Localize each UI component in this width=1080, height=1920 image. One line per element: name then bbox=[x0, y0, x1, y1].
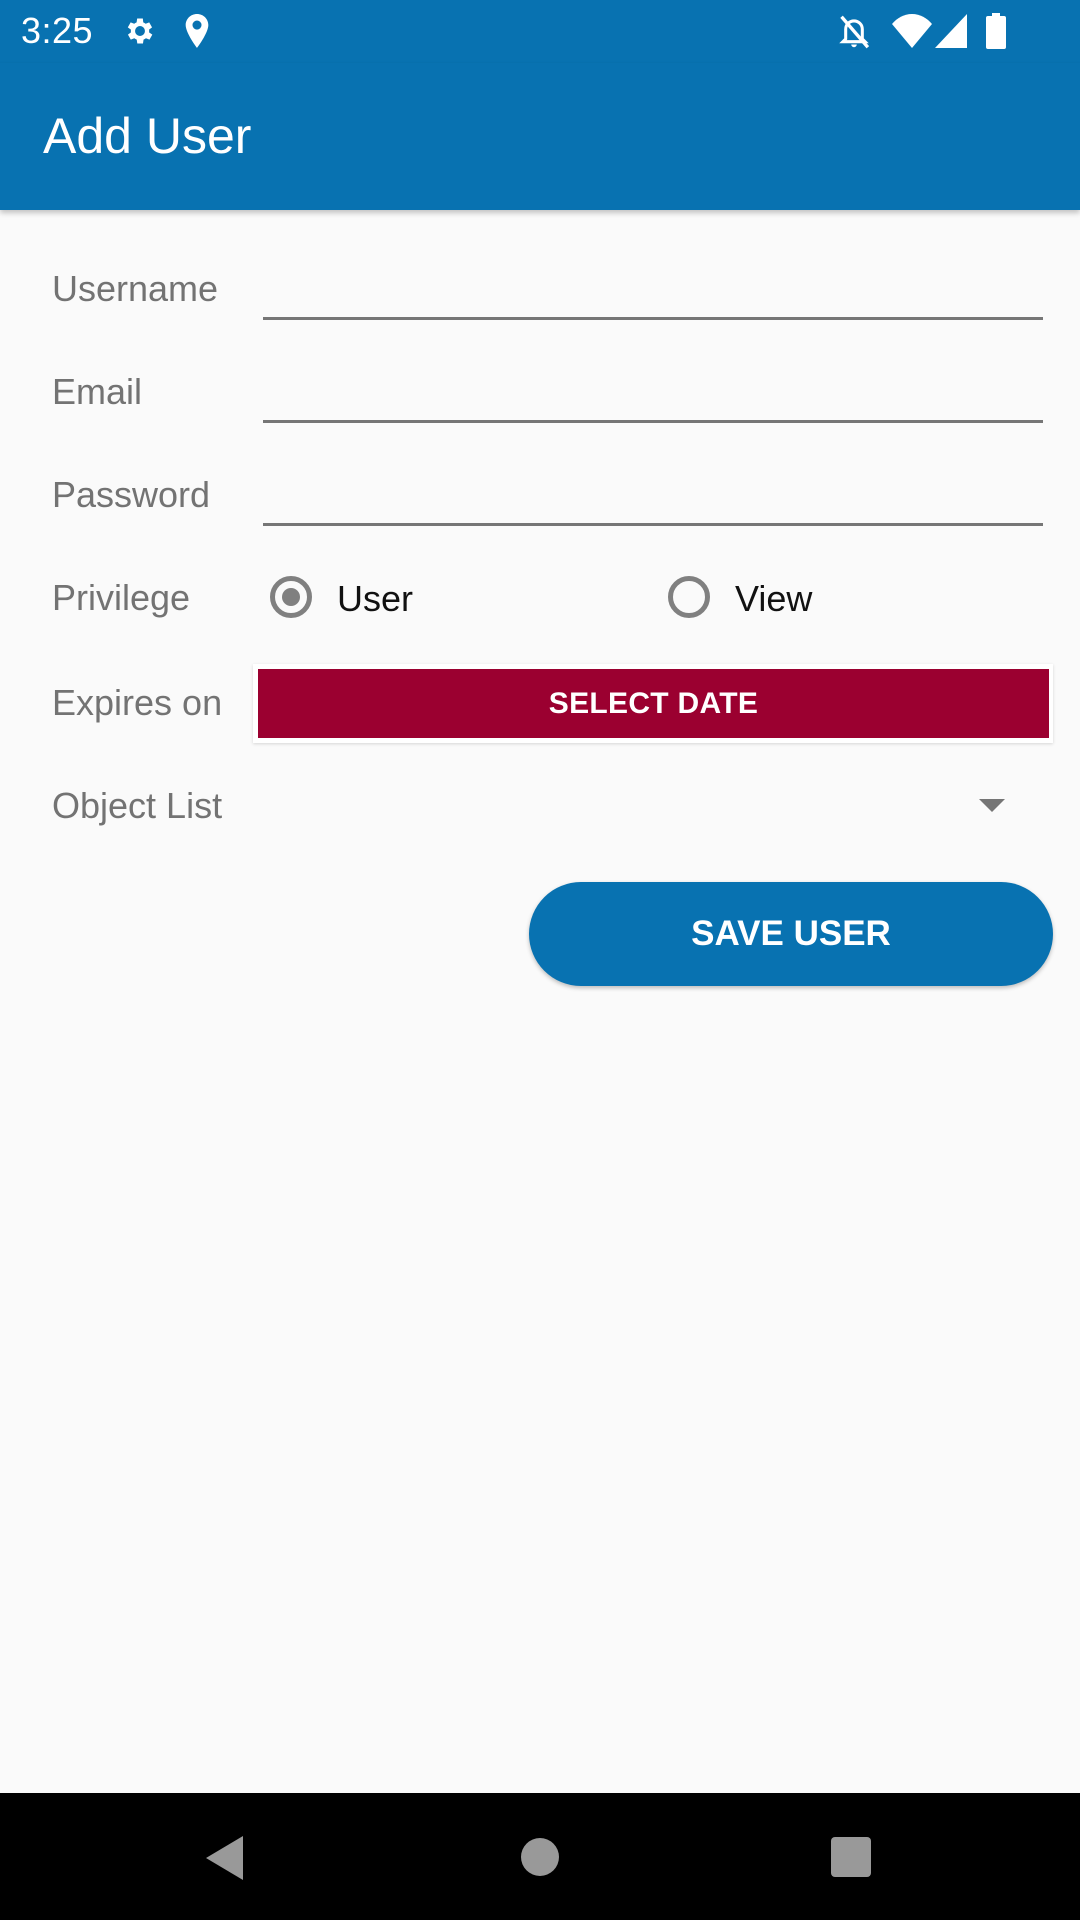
battery-icon bbox=[986, 13, 1006, 54]
email-label: Email bbox=[52, 371, 143, 412]
select-date-button[interactable]: SELECT DATE bbox=[258, 669, 1049, 738]
back-icon[interactable] bbox=[206, 1836, 243, 1880]
radio-user[interactable] bbox=[270, 576, 312, 618]
privilege-label: Privilege bbox=[52, 577, 191, 618]
status-time: 3:25 bbox=[21, 10, 94, 51]
email-input[interactable] bbox=[263, 360, 1043, 423]
page-title: Add User bbox=[43, 108, 252, 164]
password-label: Password bbox=[52, 474, 211, 515]
cell-signal-icon bbox=[935, 14, 967, 53]
home-icon[interactable] bbox=[521, 1838, 559, 1876]
username-label: Username bbox=[52, 268, 219, 309]
radio-view-label[interactable]: View bbox=[735, 578, 812, 620]
object-list-label: Object List bbox=[52, 785, 223, 826]
gear-icon bbox=[123, 14, 157, 53]
radio-view[interactable] bbox=[668, 576, 710, 618]
radio-user-label[interactable]: User bbox=[337, 578, 413, 620]
status-bar: 3:25 bbox=[0, 0, 1080, 63]
app-bar: Add User bbox=[0, 63, 1080, 210]
username-input[interactable] bbox=[263, 257, 1043, 320]
dropdown-arrow-icon[interactable] bbox=[979, 799, 1005, 812]
notifications-off-icon bbox=[837, 14, 871, 55]
wifi-icon bbox=[892, 14, 932, 53]
save-user-button[interactable]: SAVE USER bbox=[529, 882, 1053, 986]
location-pin-icon bbox=[185, 14, 209, 53]
password-input[interactable] bbox=[263, 463, 1043, 526]
expires-on-label: Expires on bbox=[52, 682, 223, 723]
recents-icon[interactable] bbox=[831, 1837, 871, 1877]
object-list-dropdown[interactable] bbox=[263, 770, 1043, 840]
